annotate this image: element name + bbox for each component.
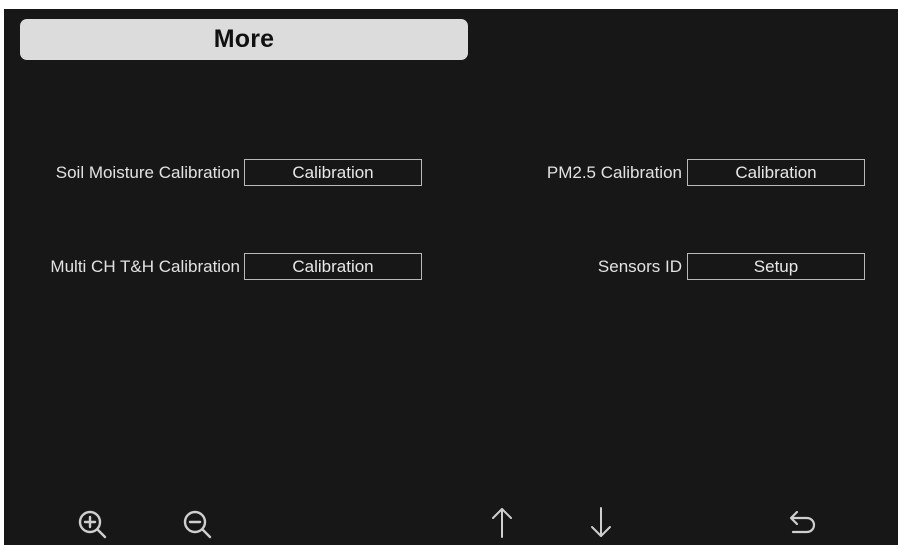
multi-ch-calibration-label: Multi CH T&H Calibration	[50, 257, 240, 276]
page-title: More	[20, 19, 468, 60]
sensors-id-setup-button[interactable]: Setup	[687, 253, 865, 280]
arrow-up-icon[interactable]	[485, 505, 519, 539]
sensors-id-label: Sensors ID	[597, 257, 682, 276]
soil-moisture-calibration-label: Soil Moisture Calibration	[55, 163, 240, 182]
zoom-out-icon[interactable]	[180, 507, 214, 541]
device-screen: More Soil Moisture Calibration Calibrati…	[4, 9, 898, 545]
multi-ch-calibration-button[interactable]: Calibration	[244, 253, 422, 280]
pm25-calibration-label: PM2.5 Calibration	[546, 163, 682, 182]
soil-moisture-calibration-button[interactable]: Calibration	[244, 159, 422, 186]
pm25-calibration-button[interactable]: Calibration	[687, 159, 865, 186]
arrow-down-icon[interactable]	[584, 505, 618, 539]
back-icon[interactable]	[785, 507, 819, 541]
zoom-in-icon[interactable]	[75, 507, 109, 541]
